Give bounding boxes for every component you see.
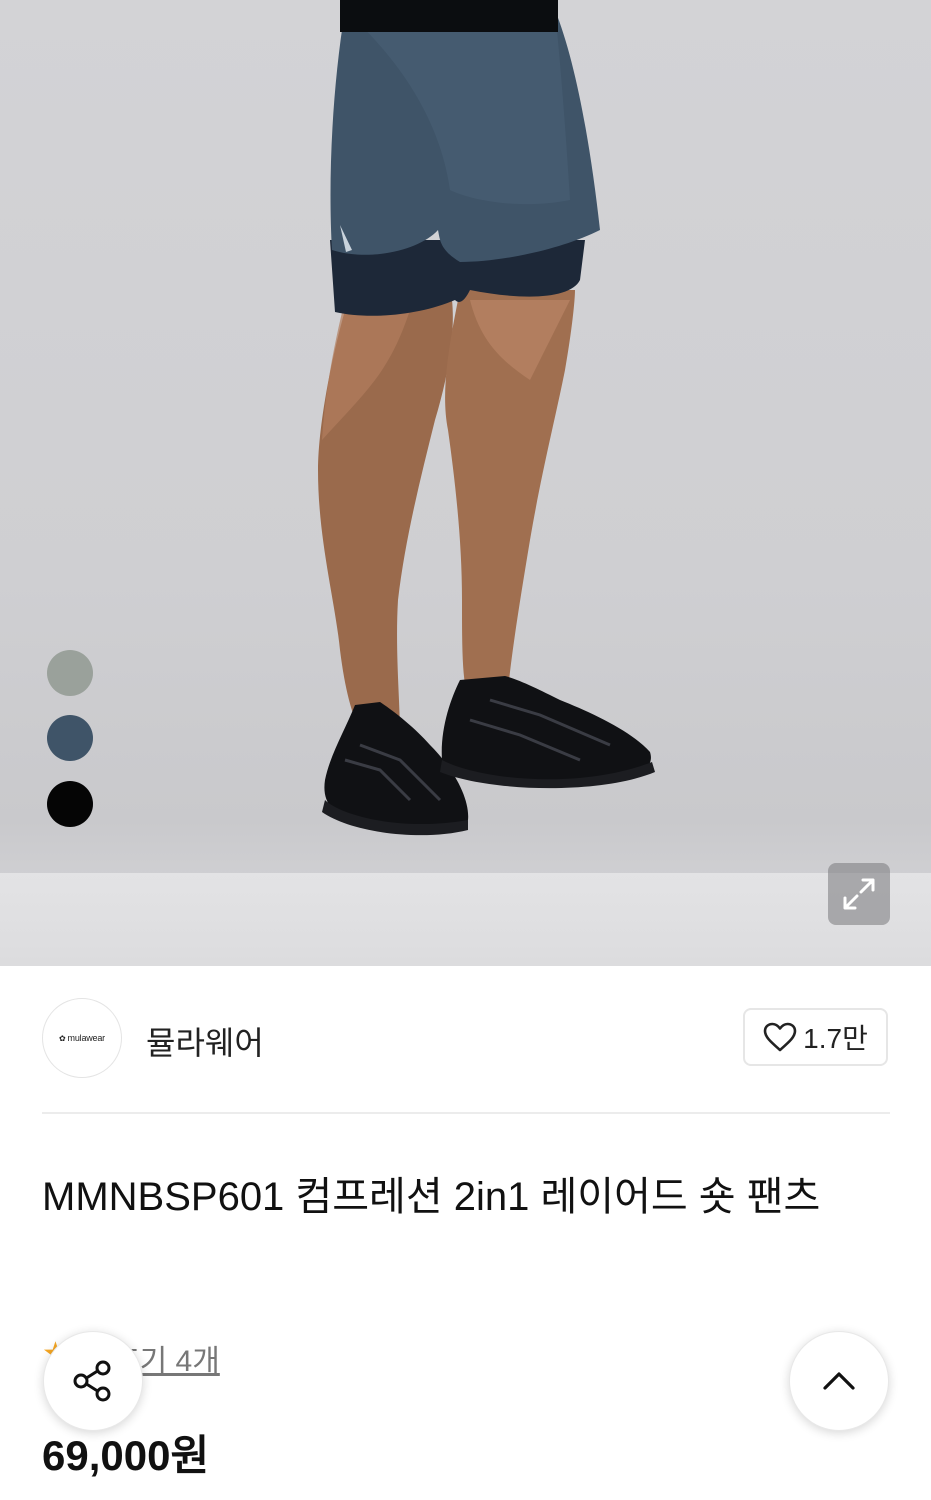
scroll-top-button[interactable] (789, 1331, 889, 1431)
share-button[interactable] (43, 1331, 143, 1431)
color-swatch-navy[interactable] (47, 715, 93, 761)
brand-row: ✿ mulawear 뮬라웨어 1.7만 (42, 998, 890, 1080)
like-count: 1.7만 (803, 1023, 868, 1054)
chevron-up-icon (823, 1372, 855, 1390)
expand-image-button[interactable] (828, 863, 890, 925)
brand-name[interactable]: 뮬라웨어 (146, 1018, 264, 1064)
expand-icon (843, 878, 875, 910)
heart-icon (763, 1022, 797, 1052)
divider (42, 1112, 890, 1114)
brand-logo-mark: ✿ (59, 1033, 66, 1043)
like-button[interactable]: 1.7만 (743, 1008, 888, 1066)
color-swatch-sage[interactable] (47, 650, 93, 696)
product-price: 69,000원 (42, 1432, 210, 1479)
share-icon (73, 1360, 111, 1402)
color-swatch-black[interactable] (47, 781, 93, 827)
brand-logo[interactable]: ✿ mulawear (42, 998, 122, 1078)
brand-logo-text: mulawear (67, 1033, 106, 1043)
product-title: MMNBSP601 컴프레션 2in1 레이어드 숏 팬츠 (42, 1175, 821, 1219)
product-photo-figure (318, 0, 655, 836)
product-image[interactable] (0, 0, 931, 966)
